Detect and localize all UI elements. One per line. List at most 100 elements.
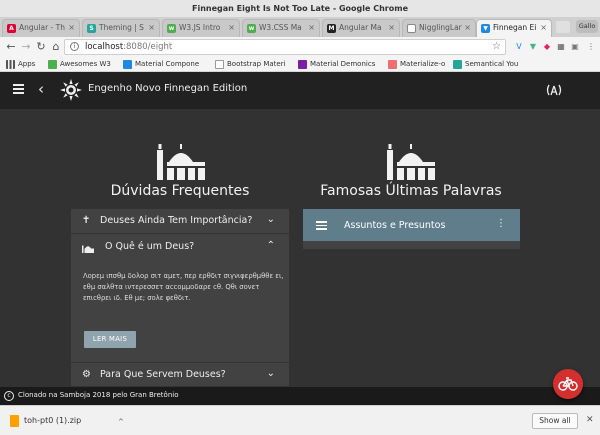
- menu-icon[interactable]: [13, 84, 24, 94]
- show-all-button[interactable]: Show all: [532, 413, 578, 429]
- star-icon[interactable]: ☆: [492, 40, 501, 54]
- chevron-down-icon[interactable]: ⌄: [267, 368, 275, 379]
- bookmark-icon: [123, 60, 132, 69]
- url-path: :8080/eight: [123, 42, 173, 52]
- tab-label: W3.CSS Ma: [259, 23, 302, 32]
- close-icon[interactable]: ×: [308, 20, 315, 36]
- card-title: Assuntos e Presuntos: [344, 220, 446, 231]
- chevron-up-icon[interactable]: ^: [118, 418, 124, 426]
- new-tab-button[interactable]: [556, 21, 570, 33]
- w3-icon: [48, 60, 57, 69]
- accordion-item-what-is-god[interactable]: O Quê é um Deus? ⌃: [71, 235, 289, 260]
- kebab-menu-icon[interactable]: ⋮: [586, 42, 596, 52]
- bookmark-apps[interactable]: Apps: [6, 57, 35, 72]
- last-words-card: Assuntos e Presuntos ⋮: [303, 209, 520, 249]
- bookmark-label: Semantical You: [465, 60, 519, 68]
- reload-icon[interactable]: ↻: [34, 40, 48, 54]
- chevron-left-icon[interactable]: ‹: [38, 79, 44, 99]
- tab-angular[interactable]: A Angular - Th ×: [2, 19, 80, 37]
- extension-vue-icon[interactable]: ▼: [528, 42, 538, 52]
- bookmark-label: Material Compone: [135, 60, 200, 68]
- sun-logo-icon: [60, 79, 82, 101]
- bookmark-material-components[interactable]: Material Compone: [123, 57, 199, 72]
- home-icon[interactable]: ⌂: [49, 40, 63, 54]
- app-content: ‹ Engenho Novo Finnegan Edition Dúvidas …: [0, 72, 600, 387]
- gear-icon: ⚙: [82, 369, 91, 380]
- tab-label: Angular - Th: [19, 23, 65, 32]
- accordion-label: O Quê é um Deus?: [105, 241, 195, 252]
- close-icon[interactable]: ×: [68, 20, 75, 36]
- back-arrow-icon[interactable]: ←: [4, 40, 18, 54]
- bookmark-bootstrap-material[interactable]: Bootstrap Materi: [215, 57, 286, 72]
- angular-icon: A: [7, 24, 16, 33]
- chevron-down-icon[interactable]: ⌄: [267, 214, 275, 225]
- copyright-icon: c: [4, 391, 14, 401]
- broadcast-icon[interactable]: [546, 83, 562, 97]
- address-bar[interactable]: i localhost:8080/eight ☆: [64, 39, 506, 55]
- tab-w3css[interactable]: w W3.CSS Ma ×: [242, 19, 320, 37]
- profile-chip[interactable]: Gallo: [576, 20, 598, 33]
- accordion-item-importance[interactable]: ✝ Deuses Ainda Tem Importância? ⌄: [71, 209, 289, 234]
- bookmark-label: Material Demonics: [310, 60, 376, 68]
- close-icon[interactable]: ×: [148, 20, 155, 36]
- tab-theming[interactable]: S Theming | S ×: [82, 19, 160, 37]
- bookmark-material-demonics[interactable]: Material Demonics: [298, 57, 375, 72]
- close-icon[interactable]: ×: [540, 20, 547, 36]
- mdl-icon: [298, 60, 307, 69]
- s-icon: S: [87, 24, 96, 33]
- tab-label: Angular Ma: [339, 23, 382, 32]
- m-icon: M: [327, 24, 336, 33]
- download-item[interactable]: toh-pt0 (1).zip: [6, 412, 81, 430]
- last-words-heading: Famosas Últimas Palavras: [320, 183, 502, 199]
- footer-text: Clonado na Samboja 2018 pelo Gran Bretôn…: [18, 391, 179, 399]
- tab-w3js[interactable]: w W3.JS Intro ×: [162, 19, 240, 37]
- bookmark-label: Materialize-o: [400, 60, 446, 68]
- page-icon: [407, 24, 416, 33]
- bookmark-materialize[interactable]: Materialize-o: [388, 57, 445, 72]
- tab-label: W3.JS Intro: [179, 23, 221, 32]
- more-vert-icon[interactable]: ⋮: [496, 218, 506, 229]
- card-header: Assuntos e Presuntos ⋮: [303, 209, 520, 241]
- bicycle-icon: [558, 377, 578, 391]
- forward-arrow-icon[interactable]: →: [19, 40, 33, 54]
- apps-grid-icon: [6, 60, 15, 69]
- close-icon[interactable]: ×: [388, 20, 395, 36]
- read-more-button[interactable]: LER MAIS: [84, 331, 136, 348]
- app-toolbar: ‹ Engenho Novo Finnegan Edition: [0, 72, 600, 109]
- bookmark-label: Apps: [18, 60, 36, 68]
- tab-finnegan[interactable]: ▼ Finnegan Ei ×: [476, 19, 552, 37]
- tab-label: NigglingLar: [419, 23, 462, 32]
- extension-pink-icon[interactable]: ◆: [542, 42, 552, 52]
- bookmark-icon: ▼: [481, 24, 490, 33]
- close-icon[interactable]: ×: [228, 20, 235, 36]
- extension-reader-icon[interactable]: ▣: [570, 42, 580, 52]
- faq-heading: Dúvidas Frequentes: [110, 183, 250, 199]
- chevron-up-icon[interactable]: ⌃: [267, 240, 275, 251]
- accordion-item-purpose[interactable]: ⚙ Para Que Servem Deuses? ⌄: [71, 362, 289, 387]
- extension-grid-icon[interactable]: ▦: [556, 42, 566, 52]
- mosque-icon: [82, 245, 94, 253]
- close-icon[interactable]: ×: [464, 20, 471, 36]
- w3-icon: w: [167, 24, 176, 33]
- bicycle-fab-button[interactable]: [553, 369, 583, 399]
- bookmark-icon: [388, 60, 397, 69]
- bookmark-semantical-you[interactable]: Semantical You: [453, 57, 518, 72]
- mosque-icon: [157, 144, 205, 180]
- extension-vuetify-icon[interactable]: V: [514, 42, 524, 52]
- w3-icon: w: [247, 24, 256, 33]
- faq-accordion: ✝ Deuses Ainda Tem Importância? ⌄ O Quê …: [71, 209, 289, 387]
- tab-strip: A Angular - Th × S Theming | S × w W3.JS…: [0, 17, 600, 37]
- info-icon[interactable]: i: [70, 42, 79, 51]
- app-title: Engenho Novo Finnegan Edition: [88, 83, 248, 94]
- tab-niggling[interactable]: NigglingLar ×: [402, 19, 476, 37]
- close-icon[interactable]: ✕: [586, 415, 594, 425]
- url-host: localhost: [85, 42, 124, 52]
- menu-icon[interactable]: [316, 221, 327, 230]
- tab-angular-material[interactable]: M Angular Ma ×: [322, 19, 400, 37]
- mosque-icon: [387, 144, 435, 180]
- tab-label: Finnegan Ei: [493, 23, 537, 32]
- cross-icon: ✝: [82, 215, 91, 226]
- zip-file-icon: [10, 415, 19, 427]
- tab-label: Theming | S: [99, 23, 144, 32]
- bookmark-awesomes-w3[interactable]: Awesomes W3: [48, 57, 111, 72]
